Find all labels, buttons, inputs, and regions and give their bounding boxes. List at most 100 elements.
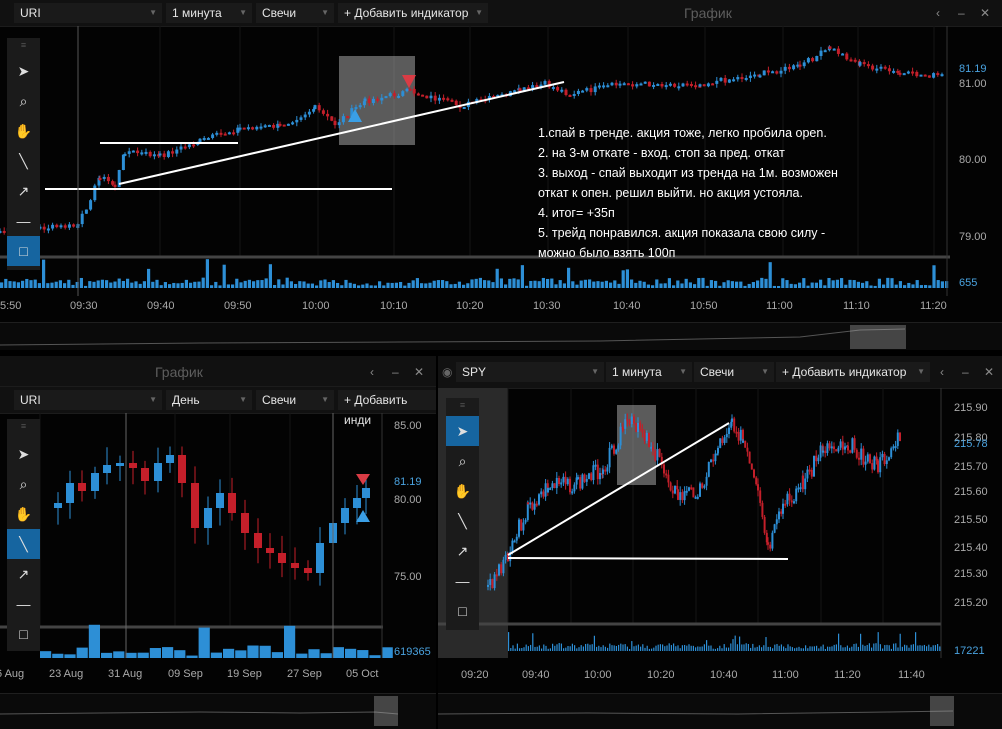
volume-bar [857, 646, 859, 651]
candle [513, 540, 516, 543]
drawing-toolbar: ≡ ➤ ⌕ ✋ ╲ ↗ — □ [7, 419, 40, 651]
volume-bar [420, 283, 424, 288]
volume-bar [877, 278, 881, 288]
volume-bar [699, 646, 701, 651]
candle [841, 53, 845, 56]
rectangle-icon[interactable]: □ [446, 596, 479, 626]
interval-selector[interactable]: День ▼ [166, 390, 252, 410]
volume-bar [919, 285, 923, 288]
chart-type-selector[interactable]: Свечи ▼ [256, 3, 334, 23]
trend-line-icon[interactable]: ╲ [446, 506, 479, 536]
volume-bar [679, 648, 681, 651]
horizontal-line-icon[interactable]: — [7, 589, 40, 619]
bottom-right-navigator[interactable] [438, 693, 1002, 729]
spy-price-chart[interactable] [438, 388, 1002, 688]
menu-grip-icon[interactable]: ≡ [7, 38, 40, 52]
volume-bar [879, 644, 881, 651]
candle [660, 83, 664, 87]
volume-bar [565, 647, 567, 651]
last-price-label: 215.78 [954, 438, 988, 450]
back-icon[interactable]: ‹ [936, 3, 940, 23]
candle [560, 482, 563, 485]
hand-icon[interactable]: ✋ [7, 499, 40, 529]
close-icon[interactable]: ✕ [984, 362, 994, 382]
horizontal-line-icon[interactable]: — [7, 206, 40, 236]
add-indicator-label: + Добавить индикатор [344, 6, 469, 20]
symbol-selector[interactable]: URI ▼ [14, 390, 162, 410]
cursor-arrow-icon[interactable]: ➤ [7, 439, 40, 469]
arrow-icon[interactable]: ↗ [7, 559, 40, 589]
add-indicator-button[interactable]: + Добавить индикатор ▼ [776, 362, 930, 382]
candle [888, 457, 890, 461]
volume-bar [327, 282, 331, 288]
symbol-selector[interactable]: SPY ▼ [456, 362, 604, 382]
magnifier-icon[interactable]: ⌕ [7, 469, 40, 499]
add-indicator-button[interactable]: + Добавить индикатор ▼ [338, 3, 488, 23]
candle [696, 496, 699, 499]
minimize-icon[interactable]: – [392, 362, 399, 382]
y-tick-215-70: 215.70 [954, 461, 988, 473]
menu-grip-icon[interactable]: ≡ [7, 419, 40, 433]
minimize-icon[interactable]: – [958, 3, 965, 23]
arrow-icon[interactable]: ↗ [446, 536, 479, 566]
x-tick-label: 09:20 [461, 669, 489, 681]
trend-line-icon[interactable]: ╲ [7, 529, 40, 559]
hand-icon[interactable]: ✋ [7, 116, 40, 146]
close-icon[interactable]: ✕ [414, 362, 424, 382]
candle [491, 579, 494, 589]
candle [694, 85, 698, 88]
candle [286, 123, 290, 126]
volume-bar [598, 645, 600, 651]
candle [535, 85, 539, 88]
close-icon[interactable]: ✕ [980, 3, 990, 23]
y-tick-75: 75.00 [394, 571, 422, 583]
x-tick-label: 09 Sep [168, 668, 203, 680]
volume-bar [894, 284, 898, 288]
trend-line-icon[interactable]: ╲ [7, 146, 40, 176]
cursor-arrow-icon[interactable]: ➤ [446, 416, 479, 446]
rectangle-icon[interactable]: □ [7, 619, 40, 649]
volume-bar [532, 633, 534, 651]
arrow-icon[interactable]: ↗ [7, 176, 40, 206]
volume-bar [457, 281, 461, 288]
volume-bar [852, 280, 856, 288]
candle [906, 71, 910, 74]
volume-bar [4, 278, 8, 288]
candle [608, 447, 611, 468]
rectangle-icon[interactable]: □ [7, 236, 40, 266]
horizontal-line-icon[interactable]: — [446, 566, 479, 596]
x-tick-label: 10:20 [456, 300, 484, 312]
navigator-line [438, 710, 954, 715]
candle [59, 225, 63, 228]
volume-bar [877, 632, 879, 651]
candle [535, 503, 538, 506]
volume-bar [527, 646, 529, 651]
interval-selector[interactable]: 1 минута ▼ [606, 362, 692, 382]
volume-bar [791, 647, 793, 651]
volume-bar [921, 645, 923, 651]
volume-bar [193, 281, 197, 288]
volume-bar [634, 282, 638, 288]
minimize-icon[interactable]: – [962, 362, 969, 382]
volume-bar [534, 646, 536, 651]
top-navigator[interactable] [0, 322, 1002, 350]
add-indicator-button[interactable]: + Добавить инди [338, 390, 436, 427]
candle [877, 460, 879, 473]
back-icon[interactable]: ‹ [940, 362, 944, 382]
interval-selector[interactable]: 1 минута ▼ [166, 3, 252, 23]
magnifier-icon[interactable]: ⌕ [446, 446, 479, 476]
volume-bar [912, 644, 914, 651]
cursor-arrow-icon[interactable]: ➤ [7, 56, 40, 86]
radio-dot-icon[interactable]: ◉ [442, 362, 452, 382]
chart-type-selector[interactable]: Свечи ▼ [256, 390, 334, 410]
symbol-selector[interactable]: URI ▼ [14, 3, 162, 23]
navigator-line [0, 711, 399, 715]
volume-bar [582, 646, 584, 651]
hand-icon[interactable]: ✋ [446, 476, 479, 506]
chart-type-selector[interactable]: Свечи ▼ [694, 362, 774, 382]
back-icon[interactable]: ‹ [370, 362, 374, 382]
candle [123, 153, 127, 156]
magnifier-icon[interactable]: ⌕ [7, 86, 40, 116]
bottom-left-navigator[interactable] [0, 693, 436, 729]
menu-grip-icon[interactable]: ≡ [446, 398, 479, 412]
